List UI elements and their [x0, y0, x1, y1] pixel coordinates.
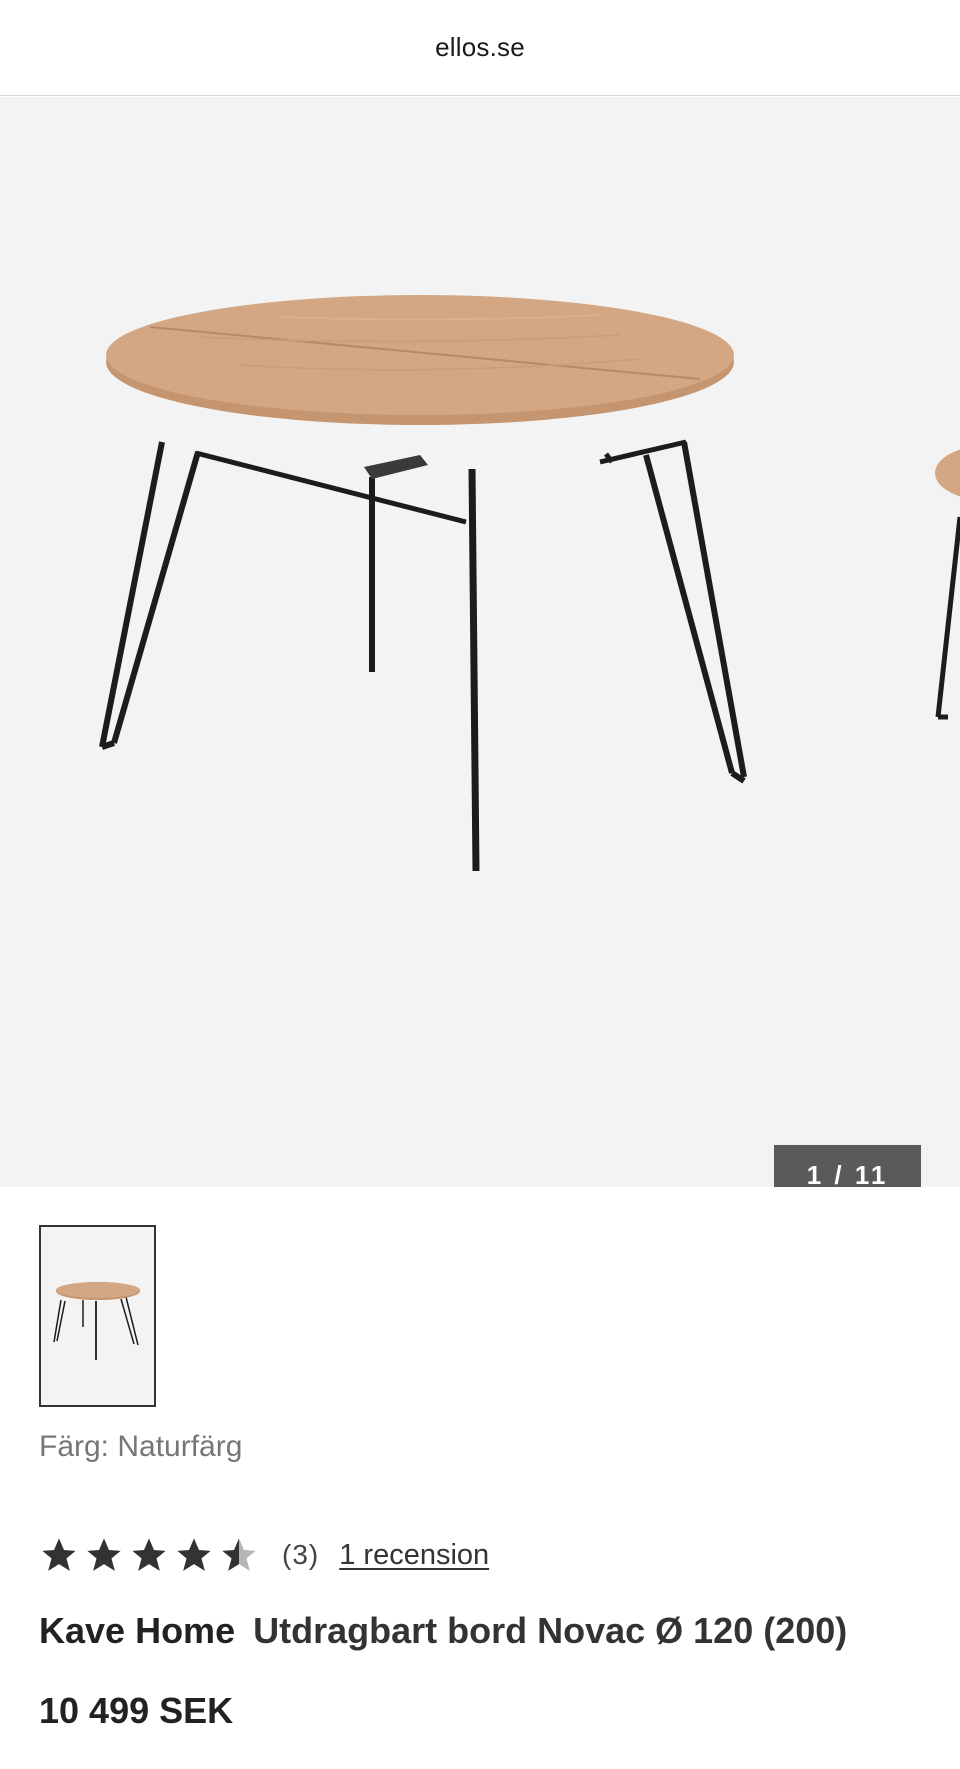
product-name: Utdragbart bord Novac Ø 120 (200) [253, 1610, 848, 1651]
thumbnail-image [53, 1282, 140, 1360]
url-text: ellos.se [435, 32, 525, 62]
reviews-link[interactable]: 1 recension [339, 1539, 489, 1572]
star-full-icon [177, 1538, 211, 1571]
star-rating [39, 1535, 264, 1575]
thumbnail-selected[interactable] [39, 1225, 156, 1407]
product-price: 10 499 SEK [39, 1690, 234, 1731]
brand-name[interactable]: Kave Home [39, 1610, 235, 1651]
star-full-icon [132, 1538, 166, 1571]
product-image-gallery[interactable]: 1 / 11 [0, 97, 960, 1187]
rating-count: (3) [282, 1539, 320, 1570]
browser-address-bar[interactable]: ellos.se [0, 0, 960, 96]
star-full-icon [42, 1538, 76, 1571]
rating-row: (3) 1 recension [39, 1530, 489, 1580]
product-title: Kave Home Utdragbart bord Novac Ø 120 (20… [39, 1610, 847, 1652]
next-image-peek [935, 449, 960, 720]
star-full-icon [87, 1538, 121, 1571]
color-label: Färg: Naturfärg [39, 1430, 243, 1463]
star-half-icon [222, 1538, 256, 1571]
image-counter: 1 / 11 [774, 1145, 921, 1187]
product-main-image [99, 295, 960, 872]
